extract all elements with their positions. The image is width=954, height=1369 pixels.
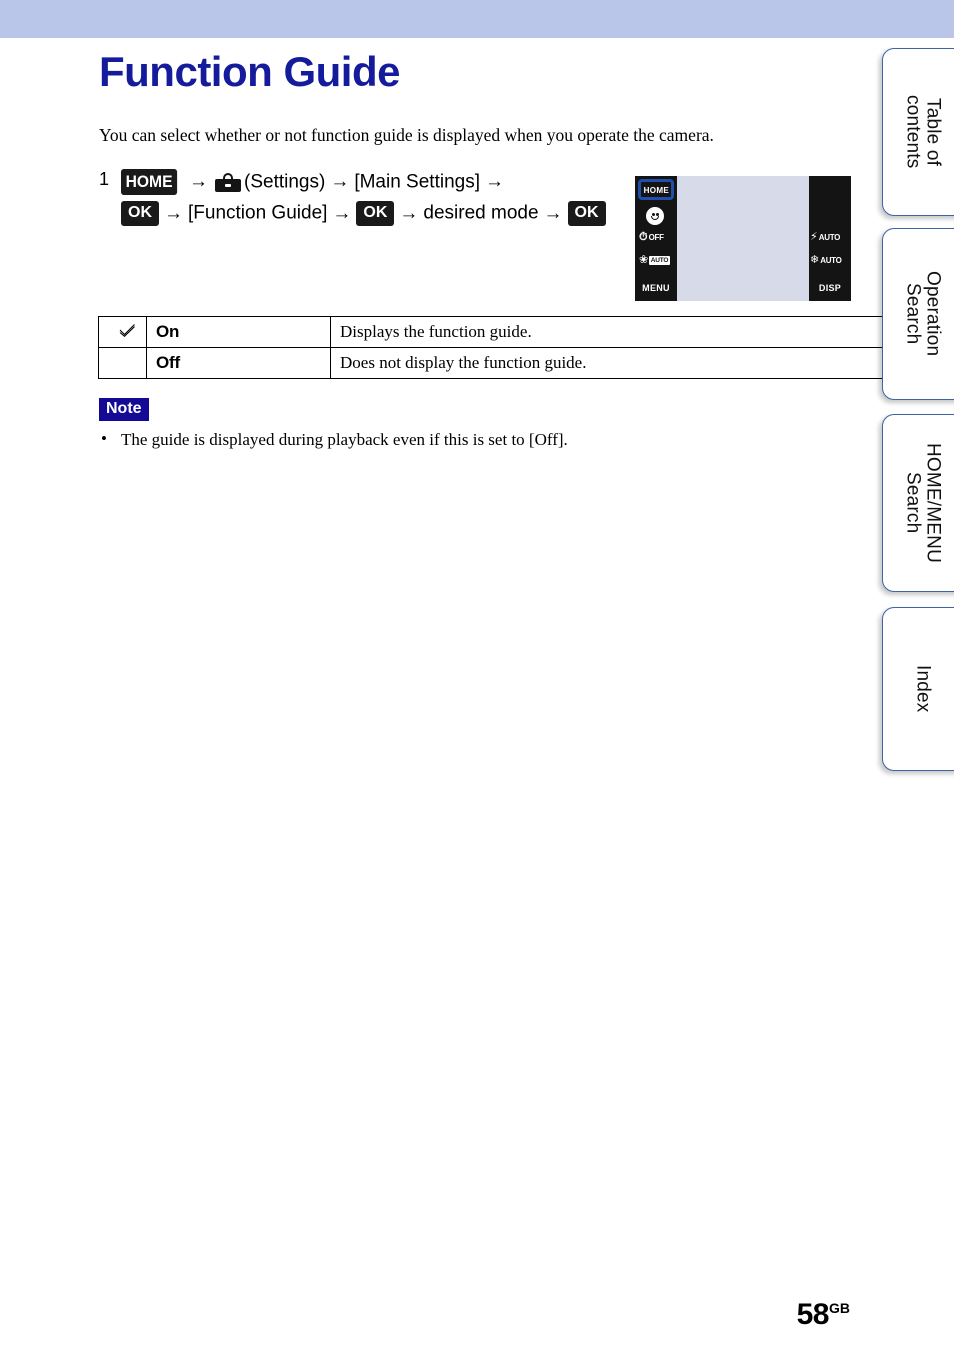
- default-check-cell: [98, 347, 147, 379]
- note-item-text: The guide is displayed during playback e…: [121, 430, 568, 449]
- checkmark-icon: [119, 324, 135, 337]
- sidebar-item-home-menu-search[interactable]: HOME/MENU Search: [882, 414, 954, 592]
- step-instruction: 1 HOME → (Settings) → [Main Settings] → OK → [Fu…: [99, 166, 619, 229]
- macro-icon[interactable]: ❀ AUTO: [639, 255, 673, 266]
- tab-label: Operation Search: [902, 271, 944, 357]
- arrow-icon-6: →: [399, 202, 419, 224]
- lcd-left-bar: HOME ⏱ OFF ❀ AUTO MENU: [635, 176, 677, 301]
- intro-paragraph: You can select whether or not function g…: [99, 125, 714, 145]
- option-description-cell: Does not display the function guide.: [330, 347, 886, 379]
- page-number-suffix: GB: [829, 1300, 850, 1316]
- step-body: HOME → (Settings) → [Main Settings] → OK → [Func…: [121, 166, 619, 229]
- arrow-icon-2: →: [330, 171, 350, 193]
- sidebar-item-operation-search[interactable]: Operation Search: [882, 228, 954, 400]
- option-name-off: Off: [156, 353, 180, 372]
- smile-shutter-icon[interactable]: [646, 207, 664, 225]
- page-title: Function Guide: [99, 48, 400, 95]
- lcd-home-key[interactable]: HOME: [638, 179, 674, 200]
- arrow-icon-3: →: [484, 171, 504, 193]
- step-number: 1: [99, 169, 110, 189]
- bullet-icon: •: [101, 429, 107, 448]
- note-item: • The guide is displayed during playback …: [99, 429, 799, 450]
- default-check-cell: [98, 316, 147, 348]
- arrow-icon-7: →: [543, 202, 563, 224]
- sidebar-item-index[interactable]: Index: [882, 607, 954, 771]
- page-number: 58GB: [797, 1298, 850, 1332]
- top-banner: [0, 0, 954, 38]
- burst-tag: AUTO: [820, 256, 842, 265]
- note-list: • The guide is displayed during playback …: [99, 429, 799, 450]
- self-timer-tag: OFF: [648, 233, 664, 242]
- arrow-icon-1: →: [189, 171, 208, 193]
- burst-glyph: ❄: [810, 254, 820, 266]
- lcd-right-bar: ⚡ AUTO ❄ AUTO DISP: [809, 176, 851, 301]
- function-guide-label[interactable]: [Function Guide]: [188, 203, 327, 224]
- self-timer-glyph: ⏱: [639, 231, 648, 243]
- options-table: On Displays the function guide. Off Does…: [98, 316, 886, 379]
- tab-label: Table of contents: [902, 95, 944, 169]
- camera-lcd-illustration: HOME ⏱ OFF ❀ AUTO MENU ⚡ AUTO ❄ AUTO DISP: [635, 176, 851, 301]
- arrow-icon-4: →: [164, 202, 183, 224]
- toolbox-icon: [215, 173, 241, 193]
- desired-mode-label: desired mode: [423, 202, 539, 224]
- sidebar-item-table-of-contents[interactable]: Table of contents: [882, 48, 954, 216]
- flash-glyph: ⚡: [810, 231, 818, 243]
- page-number-value: 58: [796, 1298, 830, 1331]
- table-row: Off Does not display the function guide.: [98, 347, 886, 379]
- macro-tag: AUTO: [649, 256, 670, 265]
- flash-mode-icon[interactable]: ⚡ AUTO: [810, 232, 848, 243]
- option-name-cell: Off: [146, 347, 331, 379]
- arrow-icon-5: →: [332, 202, 352, 224]
- tab-label: HOME/MENU Search: [902, 442, 944, 564]
- ok-badge-2[interactable]: OK: [356, 200, 395, 226]
- lcd-home-key-label: HOME: [643, 184, 669, 195]
- ok-badge-3[interactable]: OK: [567, 200, 606, 226]
- note-label: Note: [99, 398, 149, 421]
- self-timer-icon[interactable]: ⏱ OFF: [639, 232, 673, 243]
- option-description-cell: Displays the function guide.: [330, 316, 886, 348]
- lcd-disp-label[interactable]: DISP: [809, 283, 851, 293]
- side-tabs: Table of contents Operation Search HOME/…: [874, 0, 954, 1369]
- main-settings-label[interactable]: [Main Settings]: [354, 171, 480, 192]
- settings-label: (Settings): [244, 171, 326, 193]
- lcd-menu-label[interactable]: MENU: [635, 283, 677, 293]
- option-name-cell: On: [146, 316, 331, 348]
- option-name-on: On: [156, 322, 180, 341]
- home-badge[interactable]: HOME: [121, 168, 178, 195]
- table-row: On Displays the function guide.: [98, 316, 886, 348]
- page-content: Function Guide You can select whether or…: [0, 38, 886, 1369]
- macro-glyph: ❀: [639, 254, 649, 266]
- flash-tag: AUTO: [818, 233, 841, 242]
- ok-badge-1[interactable]: OK: [121, 200, 159, 226]
- tab-label: Index: [912, 665, 934, 713]
- burst-mode-icon[interactable]: ❄ AUTO: [810, 255, 848, 266]
